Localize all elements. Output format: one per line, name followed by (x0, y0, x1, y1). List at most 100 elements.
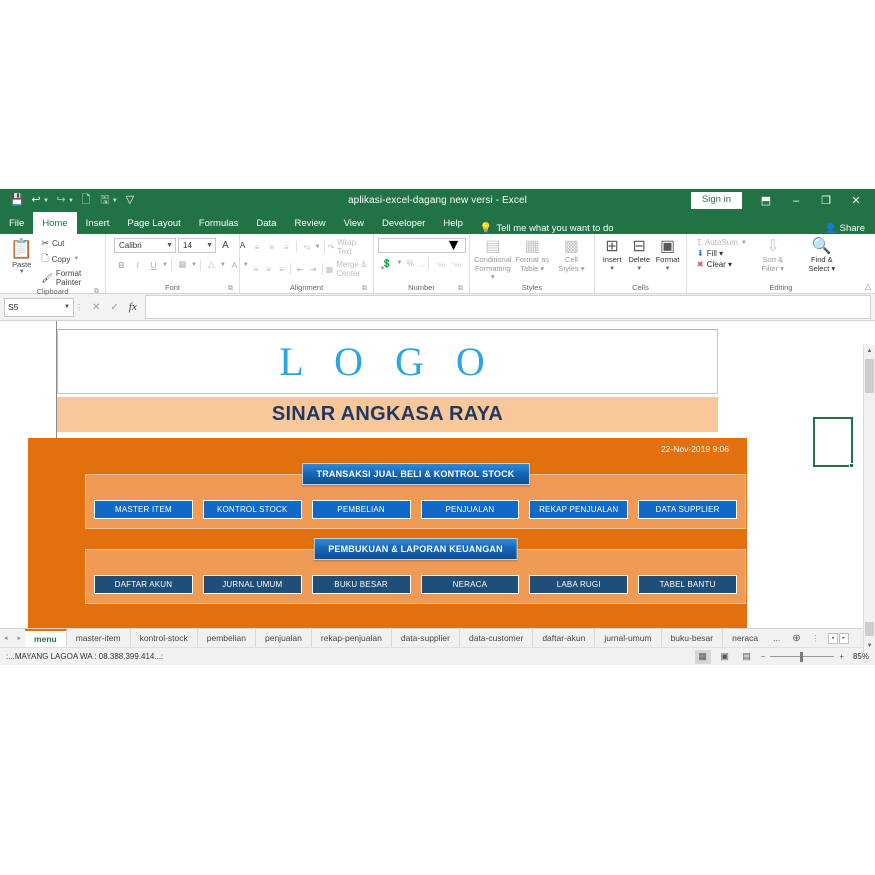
paste-button[interactable]: 📋 Paste ▼ (4, 238, 39, 275)
autosum-button[interactable]: Σ AutoSum ▼ (697, 238, 747, 247)
sheet-tab-rekap-penjualan[interactable]: rekap-penjualan (312, 629, 392, 647)
page-layout-view-icon[interactable]: ▣ (717, 650, 733, 664)
align-middle-button[interactable]: ≡ (265, 240, 279, 255)
copy-button[interactable]: 🗋 Copy ▼ (41, 251, 101, 267)
formula-bar-grip[interactable]: ⋮ (74, 303, 84, 312)
format-as-table-button[interactable]: ▦ Format as Table ▾ (514, 238, 551, 273)
orientation-dropdown-icon[interactable]: ▼ (315, 244, 321, 250)
sort-filter-button[interactable]: ⇩ Sort & Filter ▾ (751, 238, 795, 273)
zoom-slider[interactable] (770, 651, 835, 663)
menu-button-kontrol-stock[interactable]: KONTROL STOCK (202, 500, 302, 519)
align-bottom-button[interactable]: ≡ (279, 240, 293, 255)
next-sheet-icon[interactable]: ▸ (18, 634, 22, 642)
sheet-tab-daftar-akun[interactable]: daftar-akun (533, 629, 596, 647)
sheet-tab-master-item[interactable]: master-item (67, 629, 131, 647)
cancel-formula-icon[interactable]: ✕ (92, 302, 100, 313)
scroll-down-icon[interactable]: ▼ (864, 640, 875, 652)
align-right-button[interactable]: ≡ (276, 262, 288, 277)
menu-button-penjualan[interactable]: PENJUALAN (420, 500, 520, 519)
conditional-formatting-button[interactable]: ▤ Conditional Formatting ▾ (474, 238, 512, 282)
menu-button-pembelian[interactable]: PEMBELIAN (311, 500, 411, 519)
paste-dropdown-icon[interactable]: ▼ (19, 269, 25, 275)
align-center-button[interactable]: ≡ (263, 262, 275, 277)
share-button[interactable]: 👤 Share (825, 223, 865, 234)
sheet-tab-data-customer[interactable]: data-customer (460, 629, 534, 647)
menu-button-master-item[interactable]: MASTER ITEM (94, 500, 193, 519)
previous-sheet-icon[interactable]: ◂ (4, 634, 8, 642)
comma-style-button[interactable]: , (418, 258, 424, 268)
font-size-combo[interactable]: 14 ▼ (178, 238, 216, 253)
increase-indent-button[interactable]: ⇥ (307, 262, 319, 277)
fill-button[interactable]: ⬇ Fill ▾ (697, 249, 747, 258)
selected-cell-s5[interactable] (813, 417, 854, 468)
menu-button-laba-rugi[interactable]: LABA RUGI (529, 575, 629, 594)
borders-button[interactable]: ▦ (175, 257, 190, 272)
touch-dropdown-icon[interactable]: ▼ (112, 198, 118, 204)
wrap-text-button[interactable]: ↷ Wrap Text (328, 238, 369, 256)
number-format-chevron-down-icon[interactable]: ▼ (446, 237, 462, 255)
tab-formulas[interactable]: Formulas (190, 212, 248, 234)
tab-developer[interactable]: Developer (373, 212, 434, 234)
alignment-dialog-launcher-icon[interactable]: ⧉ (362, 285, 367, 293)
sheet-tab-menu[interactable]: menu (25, 629, 67, 647)
fill-color-button[interactable]: △ (204, 257, 219, 272)
copy-dropdown-icon[interactable]: ▼ (73, 256, 79, 262)
fill-handle[interactable] (849, 463, 854, 468)
format-dropdown-icon[interactable]: ▼ (665, 266, 671, 272)
ribbon-display-options-icon[interactable]: ⬒ (751, 189, 781, 212)
tab-home[interactable]: Home (33, 212, 77, 234)
sheet-tab-pembelian[interactable]: pembelian (198, 629, 256, 647)
menu-button-rekap-penjualan[interactable]: REKAP PENJUALAN (529, 500, 629, 519)
worksheet-grid[interactable]: L O G O SINAR ANGKASA RAYA 22-Nov-2019 9… (0, 321, 875, 628)
menu-button-daftar-akun[interactable]: DAFTAR AKUN (94, 575, 193, 594)
sign-in-button[interactable]: Sign in (690, 192, 742, 209)
sheet-tab-penjualan[interactable]: penjualan (256, 629, 312, 647)
tab-page-layout[interactable]: Page Layout (118, 212, 189, 234)
cut-button[interactable]: ✂ Cut (41, 238, 101, 249)
underline-button[interactable]: U (146, 257, 161, 272)
print-preview-icon[interactable]: 🗋 (77, 192, 95, 210)
sheet-tab-neraca[interactable]: neraca (723, 629, 767, 647)
sheet-tab-data-supplier[interactable]: data-supplier (392, 629, 460, 647)
clipboard-dialog-launcher-icon[interactable]: ⧉ (94, 288, 99, 296)
minimize-button[interactable]: – (781, 189, 811, 212)
close-button[interactable]: ✕ (841, 189, 871, 212)
page-break-view-icon[interactable]: ▤ (739, 650, 755, 664)
sheet-tab-buku-besar[interactable]: buku-besar (662, 629, 724, 647)
scroll-up-icon[interactable]: ▲ (864, 345, 875, 357)
zoom-out-button[interactable]: − (761, 652, 766, 661)
delete-dropdown-icon[interactable]: ▼ (636, 266, 642, 272)
sheet-tab-jurnal-umum[interactable]: jurnal-umum (595, 629, 662, 647)
underline-dropdown-icon[interactable]: ▼ (162, 262, 168, 268)
increase-decimal-button[interactable]: ·₀₀ (433, 258, 447, 268)
menu-button-data-supplier[interactable]: DATA SUPPLIER (638, 500, 737, 519)
menu-button-jurnal-umum[interactable]: JURNAL UMUM (202, 575, 302, 594)
font-size-chevron-down-icon[interactable]: ▼ (202, 242, 213, 249)
decrease-indent-button[interactable]: ⇤ (294, 262, 306, 277)
scroll-right-icon[interactable]: ▸ (838, 632, 849, 644)
number-format-combo[interactable]: ▼ (377, 237, 466, 255)
save-icon[interactable]: 💾 (8, 192, 26, 210)
enter-formula-icon[interactable]: ✓ (110, 302, 118, 313)
accounting-dropdown-icon[interactable]: ▼ (396, 260, 402, 266)
format-painter-button[interactable]: 🖌 Format Painter (41, 269, 101, 287)
formula-input[interactable] (144, 295, 871, 319)
name-box-chevron-down-icon[interactable]: ▼ (64, 304, 70, 310)
tab-data[interactable]: Data (247, 212, 285, 234)
zoom-slider-thumb[interactable] (800, 651, 804, 662)
autosum-dropdown-icon[interactable]: ▼ (741, 240, 747, 246)
customize-qat-icon[interactable]: ▽ (121, 192, 139, 210)
align-left-button[interactable]: ≡ (250, 262, 262, 277)
vertical-scroll-thumb-lower[interactable] (865, 622, 874, 636)
collapse-ribbon-icon[interactable]: △ (865, 282, 871, 291)
borders-dropdown-icon[interactable]: ▼ (191, 262, 197, 268)
delete-cells-button[interactable]: ⊟ Delete ▼ (625, 238, 653, 272)
accounting-format-button[interactable]: 💲 (380, 258, 395, 269)
insert-dropdown-icon[interactable]: ▼ (609, 266, 615, 272)
tab-file[interactable]: File (0, 212, 33, 234)
insert-cells-button[interactable]: ⊞ Insert ▼ (599, 238, 625, 272)
font-dialog-launcher-icon[interactable]: ⧉ (228, 285, 233, 293)
restore-button[interactable]: ❐ (811, 189, 841, 212)
undo-dropdown-icon[interactable]: ▼ (43, 198, 49, 204)
insert-function-icon[interactable]: fx (129, 301, 137, 313)
